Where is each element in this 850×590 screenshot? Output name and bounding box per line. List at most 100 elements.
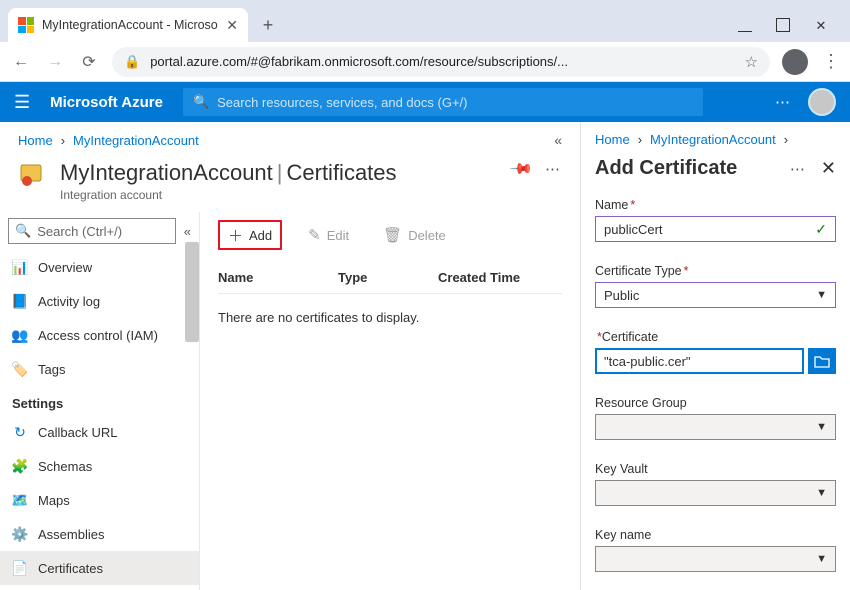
assemblies-icon: ⚙️ (12, 526, 28, 543)
scrollbar-thumb[interactable] (185, 242, 199, 342)
search-icon: 🔍 (193, 94, 209, 110)
folder-icon (814, 354, 830, 368)
pencil-icon: ✎ (308, 226, 321, 244)
url-box[interactable]: 🔒 portal.azure.com/#@fabrikam.onmicrosof… (112, 47, 770, 77)
url-text: portal.azure.com/#@fabrikam.onmicrosoft.… (150, 54, 734, 69)
browser-tab[interactable]: MyIntegrationAccount - Microso ✕ (8, 8, 248, 42)
blade-more-icon[interactable]: ⋯ (790, 160, 807, 178)
sidebar-item-overview[interactable]: 📊 Overview (0, 250, 199, 284)
search-icon: 🔍 (15, 223, 31, 239)
maps-icon: 🗺️ (12, 492, 28, 509)
minimize-button[interactable] (738, 18, 752, 32)
crumb-resource[interactable]: MyIntegrationAccount (73, 133, 199, 148)
name-field[interactable]: publicCert ✓ (595, 216, 836, 242)
blade-breadcrumb: Home › MyIntegrationAccount › (595, 122, 836, 157)
chevron-right-icon: › (61, 133, 65, 148)
edit-button[interactable]: ✎ Edit (300, 220, 357, 250)
access-control-icon: 👥 (12, 327, 28, 344)
collapse-breadcrumb-icon[interactable]: « (554, 132, 562, 148)
main-panel: Home › MyIntegrationAccount « MyIntegrat… (0, 122, 580, 590)
reload-button[interactable]: ⟳ (78, 52, 100, 72)
cert-label: *Certificate (595, 330, 836, 344)
lock-icon: 🔒 (124, 54, 140, 70)
new-tab-button[interactable]: + (254, 11, 282, 39)
close-window-button[interactable]: ✕ (814, 18, 828, 32)
collapse-menu-icon[interactable]: « (184, 224, 191, 239)
certificates-list: ＋ Add ✎ Edit 🗑 Delete Name Type Crea (200, 212, 580, 590)
command-bar: ＋ Add ✎ Edit 🗑 Delete (218, 220, 562, 262)
name-label: Name* (595, 198, 836, 212)
sidebar-item-callback-url[interactable]: ↻ Callback URL (0, 415, 199, 449)
brand[interactable]: Microsoft Azure (50, 94, 163, 111)
type-dropdown[interactable]: Public ▼ (595, 282, 836, 308)
crumb-home[interactable]: Home (18, 133, 53, 148)
maximize-button[interactable] (776, 18, 790, 32)
rg-label: Resource Group (595, 396, 836, 410)
portal-menu-icon[interactable]: ☰ (14, 92, 30, 113)
sidebar-item-access-control[interactable]: 👥 Access control (IAM) (0, 318, 199, 352)
kv-dropdown[interactable]: ▼ (595, 480, 836, 506)
resource-menu: 🔍 Search (Ctrl+/) « 📊 Overview 📘 Activit… (0, 212, 200, 590)
chevron-down-icon: ▼ (816, 289, 827, 301)
search-placeholder: Search resources, services, and docs (G+… (217, 95, 467, 110)
overview-icon: 📊 (12, 259, 28, 276)
close-tab-icon[interactable]: ✕ (226, 17, 238, 34)
activity-log-icon: 📘 (12, 293, 28, 310)
cert-file-field[interactable]: "tca-public.cer" (595, 348, 804, 374)
delete-button[interactable]: 🗑 Delete (375, 220, 454, 250)
menu-search[interactable]: 🔍 Search (Ctrl+/) (8, 218, 176, 244)
browse-file-button[interactable] (808, 348, 836, 374)
sidebar-item-schemas[interactable]: 🧩 Schemas (0, 449, 199, 483)
browser-tab-strip: MyIntegrationAccount - Microso ✕ + ✕ (0, 0, 850, 42)
tags-icon: 🏷️ (12, 361, 28, 378)
resource-type: Integration account (60, 188, 397, 202)
sidebar-item-assemblies[interactable]: ⚙️ Assemblies (0, 517, 199, 551)
page-title: MyIntegrationAccount|Certificates (60, 160, 397, 186)
sidebar-item-tags[interactable]: 🏷️ Tags (0, 352, 199, 386)
pin-icon[interactable]: 📌 (509, 156, 535, 182)
schemas-icon: 🧩 (12, 458, 28, 475)
type-label: Certificate Type* (595, 264, 836, 278)
certificates-icon: 📄 (12, 560, 28, 577)
col-type[interactable]: Type (338, 270, 438, 285)
rg-dropdown[interactable]: ▼ (595, 414, 836, 440)
back-button[interactable]: ← (10, 53, 32, 71)
sidebar-item-certificates[interactable]: 📄 Certificates (0, 551, 199, 585)
bookmark-icon[interactable]: ☆ (745, 53, 758, 71)
resource-header: MyIntegrationAccount|Certificates Integr… (0, 158, 580, 212)
chevron-right-icon: › (784, 132, 788, 147)
chevron-down-icon: ▼ (816, 487, 827, 499)
forward-button[interactable]: → (44, 53, 66, 71)
breadcrumb: Home › MyIntegrationAccount « (0, 122, 580, 158)
sidebar-item-activity-log[interactable]: 📘 Activity log (0, 284, 199, 318)
chevron-down-icon: ▼ (816, 421, 827, 433)
sidebar-item-maps[interactable]: 🗺️ Maps (0, 483, 199, 517)
keyname-label: Key name (595, 528, 836, 542)
header-more-icon[interactable]: ⋯ (545, 160, 562, 178)
top-bar-more-icon[interactable]: ⋯ (775, 93, 792, 111)
integration-account-icon (18, 160, 48, 190)
add-button[interactable]: ＋ Add (218, 220, 282, 250)
grid-header: Name Type Created Time (218, 262, 562, 294)
check-icon: ✓ (815, 221, 827, 238)
crumb-resource[interactable]: MyIntegrationAccount (650, 132, 776, 147)
col-created[interactable]: Created Time (438, 270, 562, 285)
chevron-down-icon: ▼ (816, 553, 827, 565)
sidebar-group-settings: Settings (0, 386, 199, 415)
close-blade-icon[interactable]: ✕ (821, 158, 836, 179)
col-name[interactable]: Name (218, 270, 338, 285)
chevron-right-icon: › (638, 132, 642, 147)
keyname-dropdown[interactable]: ▼ (595, 546, 836, 572)
address-bar: ← → ⟳ 🔒 portal.azure.com/#@fabrikam.onmi… (0, 42, 850, 82)
chrome-menu-icon[interactable]: ⋮ (822, 51, 840, 72)
ms-favicon (18, 17, 34, 33)
azure-top-bar: ☰ Microsoft Azure 🔍 Search resources, se… (0, 82, 850, 122)
user-avatar[interactable] (808, 88, 836, 116)
empty-message: There are no certificates to display. (218, 294, 562, 341)
global-search[interactable]: 🔍 Search resources, services, and docs (… (183, 88, 703, 116)
plus-icon: ＋ (228, 225, 243, 246)
blade-title: Add Certificate (595, 157, 737, 180)
crumb-home[interactable]: Home (595, 132, 630, 147)
add-certificate-blade: Home › MyIntegrationAccount › Add Certif… (580, 122, 850, 590)
chrome-account-avatar[interactable] (782, 49, 808, 75)
